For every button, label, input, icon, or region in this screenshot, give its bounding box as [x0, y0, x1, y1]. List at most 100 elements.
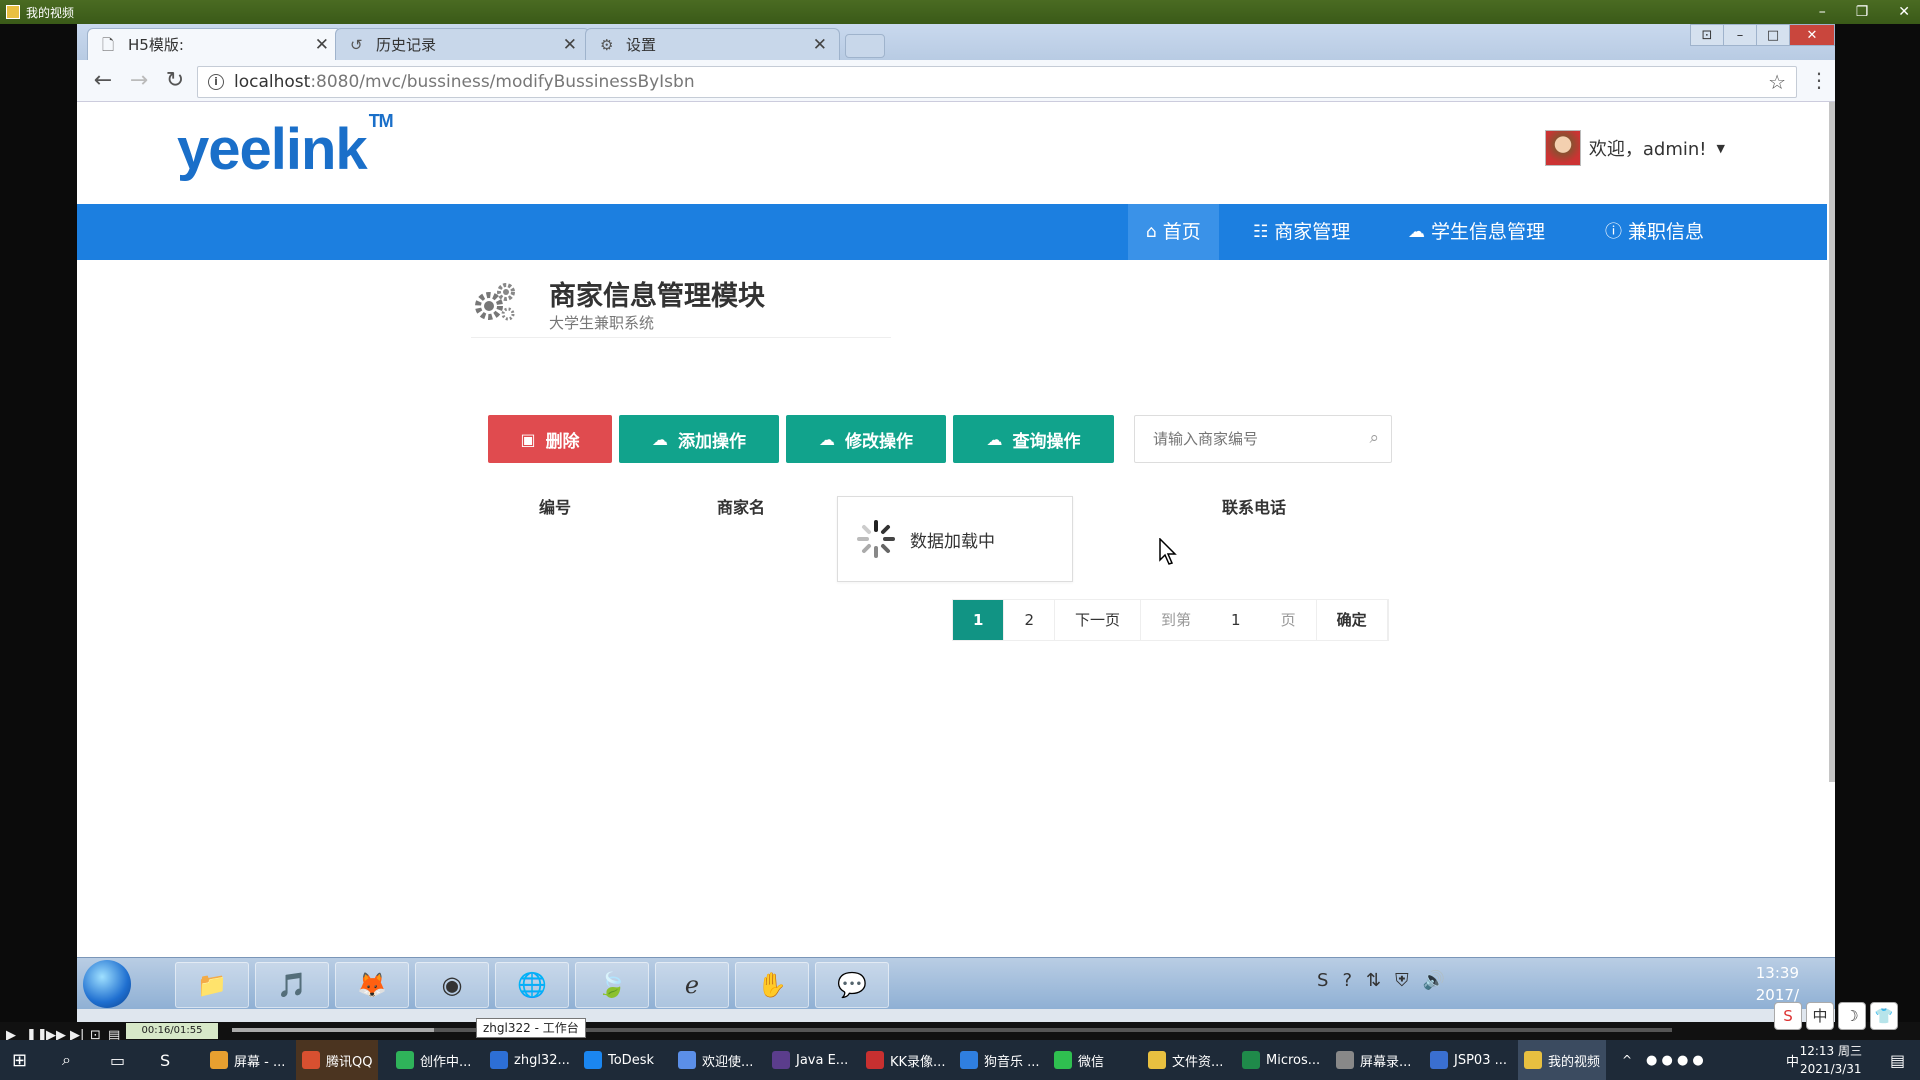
minimize-icon[interactable]: – [1723, 24, 1757, 46]
cloud-upload-icon: ☁ [986, 429, 1003, 449]
volume-icon[interactable]: 🔊 [1423, 970, 1445, 991]
taskbar-item[interactable]: 腾讯QQ [296, 1040, 379, 1080]
goto-page-input[interactable]: 1 [1211, 600, 1261, 640]
taskbar-item[interactable]: 屏幕录... [1330, 1040, 1417, 1080]
sogou-icon[interactable]: S [1317, 970, 1328, 991]
taskbar-item[interactable]: Java E... [766, 1040, 854, 1080]
nav-student-info[interactable]: ☁ 学生信息管理 [1390, 204, 1563, 260]
browser-app-icon[interactable]: 🌐 [495, 962, 569, 1008]
search-icon[interactable]: ⌕ [56, 1040, 77, 1080]
taskbar-item[interactable]: ToDesk [578, 1040, 660, 1080]
seek-bar[interactable] [232, 1028, 1672, 1032]
windows-start-icon[interactable]: ⊞ [6, 1040, 33, 1080]
add-button[interactable]: ☁ 添加操作 [619, 415, 779, 463]
tab-h5[interactable]: 🗋 H5模版: ✕ [87, 28, 342, 60]
tray-overflow-icon[interactable]: ^ [1616, 1040, 1638, 1080]
info-icon[interactable]: i [208, 74, 224, 90]
back-icon[interactable]: ← [85, 68, 121, 93]
figure-app-icon[interactable]: ✋ [735, 962, 809, 1008]
bookmark-star-icon[interactable]: ☆ [1768, 70, 1786, 94]
help-icon[interactable]: ? [1342, 970, 1352, 991]
user-menu[interactable]: 欢迎，admin! ▼ [1544, 130, 1725, 166]
network-icon[interactable]: ⇅ [1366, 970, 1381, 991]
taskbar-item[interactable]: 创作中... [390, 1040, 477, 1080]
taskbar: ⊞ ⌕ ▭ S 屏幕 - ... 腾讯QQ 创作中... zhgl32... T… [0, 1040, 1920, 1080]
task-view-icon[interactable]: ▭ [104, 1040, 131, 1080]
tab-settings[interactable]: ⚙ 设置 ✕ [585, 28, 840, 60]
tooltip: zhgl322 - 工作台 [476, 1018, 586, 1038]
chat-app-icon[interactable]: 💬 [815, 962, 889, 1008]
taskbar-item[interactable]: 屏幕 - ... [204, 1040, 291, 1080]
sogou-icon[interactable]: S [1774, 1002, 1802, 1030]
user-icon[interactable]: ⊡ [1690, 24, 1724, 46]
page-scrollbar[interactable] [1829, 102, 1835, 782]
confirm-button[interactable]: 确定 [1315, 600, 1388, 640]
close-tab-icon[interactable]: ✕ [813, 35, 827, 55]
page-2[interactable]: 2 [1004, 600, 1055, 640]
address-bar[interactable]: i localhost:8080/mvc/bussiness/modifyBus… [197, 66, 1797, 98]
next-page-button[interactable]: 下一页 [1055, 600, 1141, 640]
close-icon[interactable]: ✕ [1789, 24, 1835, 46]
taskbar-item[interactable]: 文件资... [1142, 1040, 1229, 1080]
tab-history[interactable]: ↺ 历史记录 ✕ [335, 28, 590, 60]
trademark: TM [368, 110, 394, 131]
app-icon [1430, 1051, 1448, 1069]
inner-taskbar: 📁 🎵 🦊 ◉ 🌐 🍃 ℯ ✋ 💬 S ? ⇅ ⛨ 🔊 13:39 2017/ [77, 957, 1835, 1009]
music-app-icon[interactable]: 🎵 [255, 962, 329, 1008]
notification-icon[interactable]: ▤ [1884, 1040, 1911, 1080]
query-button[interactable]: ☁ 查询操作 [953, 415, 1114, 463]
close-tab-icon[interactable]: ✕ [315, 35, 329, 55]
player-title-bar: 我的视频 – ❐ ✕ [0, 0, 1920, 24]
search-icon[interactable]: ⌕ [1369, 428, 1379, 448]
forward-icon[interactable]: → [121, 68, 157, 93]
close-tab-icon[interactable]: ✕ [563, 35, 577, 55]
pagination: 1 2 下一页 到第 1 页 确定 [952, 599, 1389, 641]
restore-icon[interactable]: ❐ [1856, 0, 1869, 24]
folder-icon [1148, 1051, 1166, 1069]
nav-merchant-management[interactable]: ☷ 商家管理 [1235, 204, 1368, 260]
taskbar-item[interactable]: 我的视频 [1518, 1040, 1607, 1080]
ie-icon[interactable]: ℯ [655, 962, 729, 1008]
taskbar-item[interactable]: 欢迎使... [672, 1040, 759, 1080]
nav-part-time-info[interactable]: ⓘ 兼职信息 [1587, 204, 1722, 260]
taskbar-item[interactable]: JSP03 ... [1424, 1040, 1513, 1080]
ime-chinese-toggle[interactable]: 中 [1806, 1002, 1834, 1030]
taskbar-item[interactable]: zhgl32... [484, 1040, 576, 1080]
gear-icon: ⚙ [600, 35, 614, 54]
maximize-icon[interactable]: □ [1756, 24, 1790, 46]
menu-icon[interactable]: ⋮ [1809, 68, 1829, 92]
search-box[interactable]: ⌕ [1134, 415, 1392, 463]
moon-icon[interactable]: ☽ [1838, 1002, 1866, 1030]
taskbar-item[interactable]: Micros... [1236, 1040, 1326, 1080]
search-input[interactable] [1153, 430, 1353, 448]
nav-home[interactable]: ⌂ 首页 [1128, 204, 1219, 260]
leaf-app-icon[interactable]: 🍃 [575, 962, 649, 1008]
mouse-cursor-icon [1159, 538, 1177, 565]
inner-clock: 13:39 2017/ [1755, 964, 1799, 1004]
shirt-icon[interactable]: 👕 [1870, 1002, 1898, 1030]
delete-button[interactable]: ▣ 删除 [488, 415, 612, 463]
site-logo[interactable]: yeelink TM [177, 111, 394, 183]
tab-label: H5模版: [128, 36, 184, 54]
wechat-icon [1054, 1051, 1072, 1069]
clock[interactable]: 12:13 周三 2021/3/31 [1800, 1042, 1862, 1078]
close-icon[interactable]: ✕ [1898, 0, 1910, 24]
new-tab-button[interactable] [845, 34, 885, 58]
start-orb-icon[interactable] [83, 960, 131, 1008]
edit-button[interactable]: ☁ 修改操作 [786, 415, 946, 463]
page-1[interactable]: 1 [953, 600, 1005, 640]
file-explorer-icon[interactable]: 📁 [175, 962, 249, 1008]
player-app-icon [6, 5, 20, 19]
taskbar-item[interactable]: KK录像... [860, 1040, 951, 1080]
shield-icon[interactable]: ⛨ [1395, 970, 1409, 991]
document-icon: 🗋 [102, 35, 115, 54]
taskbar-item[interactable]: 狗音乐 ... [954, 1040, 1046, 1080]
sogou-icon[interactable]: S [154, 1040, 176, 1080]
tray-icons[interactable]: ● ● ● ● [1640, 1040, 1710, 1080]
firefox-icon[interactable]: 🦊 [335, 962, 409, 1008]
loading-text: 数据加载中 [910, 531, 995, 552]
taskbar-item[interactable]: 微信 [1048, 1040, 1110, 1080]
minimize-icon[interactable]: – [1819, 0, 1826, 24]
reload-icon[interactable]: ↻ [157, 68, 193, 93]
chrome-icon[interactable]: ◉ [415, 962, 489, 1008]
